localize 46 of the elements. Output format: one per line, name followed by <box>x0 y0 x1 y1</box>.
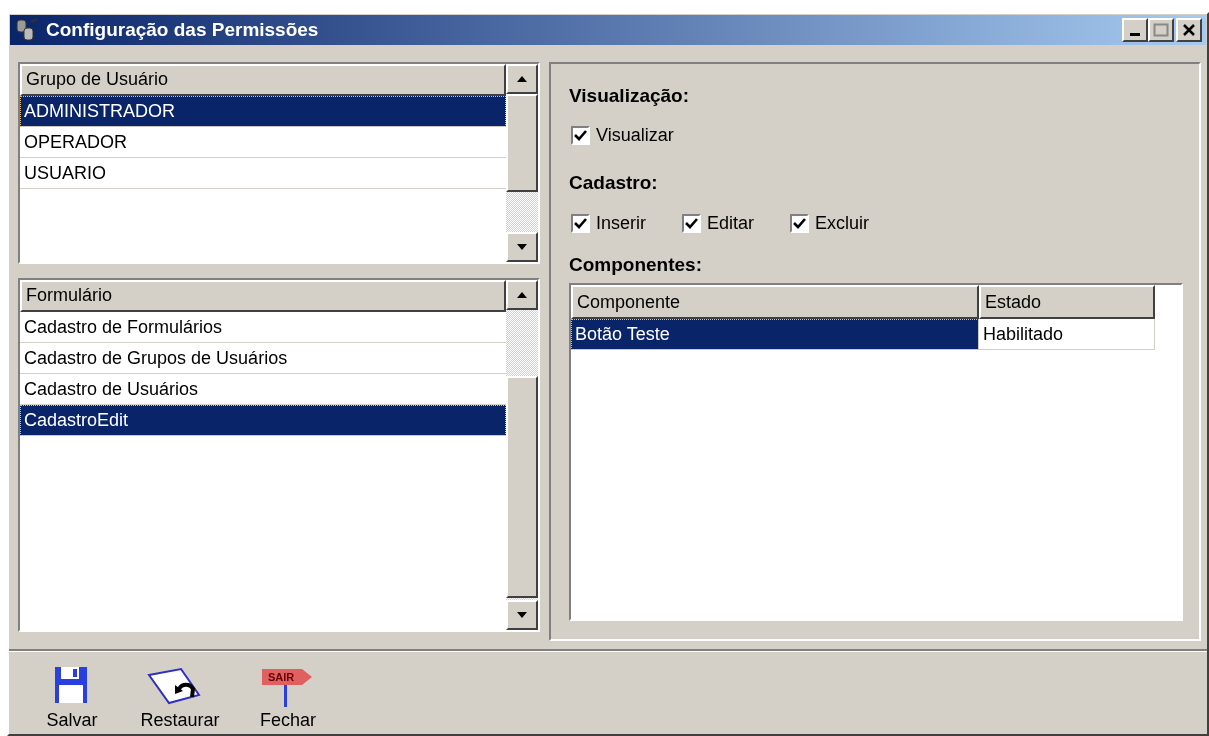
checkmark-icon <box>793 217 807 229</box>
maximize-icon <box>1153 22 1169 37</box>
column-header: Componente <box>571 285 979 320</box>
close-button[interactable] <box>1176 17 1202 42</box>
toolbar-button[interactable]: Restaurar <box>130 663 230 734</box>
list-item[interactable]: ADMINISTRADOR <box>20 95 506 127</box>
checkbox[interactable]: Excluir <box>790 209 870 237</box>
list-item[interactable]: CadastroEdit <box>20 404 506 436</box>
table-cell[interactable]: Habilitado <box>979 319 1155 351</box>
checkmark-icon <box>685 217 698 229</box>
scroll-down-button[interactable] <box>506 231 538 262</box>
checkbox[interactable]: Visualizar <box>571 122 674 150</box>
scroll-down-arrow-icon <box>516 242 528 251</box>
section-heading: Componentes: <box>569 252 703 277</box>
scrollbar-thumb[interactable] <box>506 375 538 598</box>
list-item[interactable]: Cadastro de Usuários <box>20 373 506 405</box>
scrollbar-thumb[interactable] <box>506 93 538 192</box>
close-icon <box>1182 22 1196 37</box>
checkmark-icon <box>574 130 587 142</box>
list-item[interactable]: Cadastro de Formulários <box>20 311 506 343</box>
column-header: Estado <box>979 285 1155 320</box>
minimize-icon <box>1130 33 1140 37</box>
scroll-up-arrow-icon <box>516 290 528 299</box>
maximize-button[interactable] <box>1148 17 1174 42</box>
scroll-down-arrow-icon <box>516 610 528 619</box>
section-heading: Cadastro: <box>569 171 659 196</box>
sign-text: SAIR <box>268 670 295 685</box>
table-cell[interactable]: Botão Teste <box>571 319 979 351</box>
list-item[interactable]: USUARIO <box>20 157 506 189</box>
toolbar-button[interactable]: Salvar <box>22 663 122 734</box>
app-icon <box>14 17 40 42</box>
list-item[interactable]: OPERADOR <box>20 126 506 158</box>
scroll-down-button[interactable] <box>506 599 538 630</box>
list-item[interactable]: Cadastro de Grupos de Usuários <box>20 342 506 374</box>
scroll-up-button[interactable] <box>506 63 538 94</box>
column-header: Grupo de Usuário <box>20 63 506 96</box>
scroll-up-button[interactable] <box>506 279 538 310</box>
section-heading: Visualização: <box>569 83 691 108</box>
checkbox[interactable]: Editar <box>682 209 755 237</box>
scroll-up-arrow-icon <box>516 74 528 83</box>
window-title: Configuração das Permissões <box>46 17 320 42</box>
checkbox[interactable]: Inserir <box>571 209 646 237</box>
toolbar-button[interactable]: SAIR Fechar <box>238 663 338 734</box>
column-header: Formulário <box>20 279 506 312</box>
checkmark-icon <box>574 217 587 229</box>
minimize-button[interactable] <box>1122 17 1148 42</box>
